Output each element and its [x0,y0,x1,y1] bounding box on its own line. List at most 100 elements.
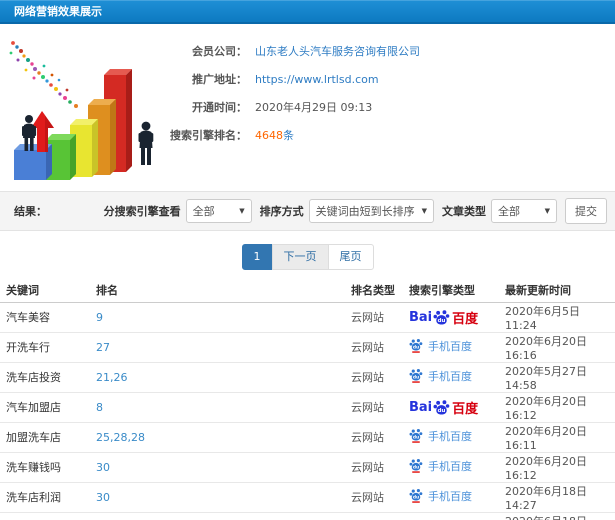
last-page-button[interactable]: 尾页 [327,244,374,270]
chevron-down-icon: ▼ [239,207,245,215]
baidu-paw-icon: du [409,339,423,353]
table-row: 洗车店加盟 3 云网站 Bai du 百度 du [0,512,615,520]
open-time-row: 开通时间： 2020年4月29日 09:13 [155,93,420,121]
sort-label: 排序方式 [259,205,304,218]
confetti-dots [9,41,78,108]
member-company-label: 会员公司： [192,45,247,58]
page-button-1[interactable]: 1 [241,244,273,270]
rank-cell: 30 [92,452,347,483]
table-row: 开洗车行 27 云网站 Bai du 百度 du [0,332,615,363]
member-info-section: 会员公司： 山东老人头汽车服务咨询有限公司 推广地址： https://www.… [0,24,615,191]
baidu-logo[interactable]: Bai du 百度 [409,308,478,327]
open-time-value: 2020年4月29日 09:13 [255,101,373,114]
rank-link[interactable]: 30 [96,491,110,504]
engine-filter-label: 分搜索引擎查看 [103,205,181,218]
ranking-count-label: 搜索引擎排名： [170,129,247,142]
engine-cell: Bai du 百度 du 手机百度 [405,332,501,363]
rank-cell: 21,26 [92,362,347,393]
mobile-baidu-label: 手机百度 [428,369,472,383]
svg-text:du: du [438,408,446,414]
results-table: 关键词 排名 排名类型 搜索引擎类型 最新更新时间 汽车美容 9 云网站 Bai… [0,279,615,520]
mobile-baidu-logo[interactable]: du 手机百度 [409,428,472,444]
header-rank-type: 排名类型 [347,279,405,303]
chevron-down-icon: ▼ [421,207,427,215]
promo-url-link[interactable]: https://www.lrtlsd.com [255,73,379,86]
rank-link[interactable]: 27 [96,341,110,354]
rank-link[interactable]: 21,26 [96,371,128,384]
engine-filter-select[interactable]: 全部 ▼ [185,199,252,223]
table-row: 洗车店投资 21,26 云网站 Bai du 百度 du [0,362,615,393]
updated-cell: 2020年6月18日 14:27 [501,482,615,513]
keyword-cell: 开洗车行 [0,332,92,363]
filter-bar: 结果： 分搜索引擎查看 全部 ▼ 排序方式 关键词由短到长排序 ▼ 文章类型 全… [0,191,615,231]
svg-text:du: du [413,375,419,381]
pagination: 1 下一页 尾页 [0,231,615,270]
keyword-cell: 洗车店利润 [0,482,92,513]
header-engine-type: 搜索引擎类型 [405,279,501,303]
keyword-cell: 汽车加盟店 [0,392,92,423]
updated-cell: 2020年5月27日 14:58 [501,362,615,393]
article-type-label: 文章类型 [442,205,486,218]
engine-cell: Bai du 百度 du 手机百度 [405,512,501,520]
sort-selected-value: 关键词由短到长排序 [315,205,415,218]
page-title: 网络营销效果展示 [14,5,102,18]
promo-url-label: 推广地址： [192,73,247,86]
sort-select[interactable]: 关键词由短到长排序 ▼ [308,199,434,223]
table-row: 汽车美容 9 云网站 Bai du 百度 du [0,302,615,333]
rank-link[interactable]: 8 [96,401,103,414]
rank-type-cell: 云网站 [347,302,405,333]
member-company-link[interactable]: 山东老人头汽车服务咨询有限公司 [255,43,420,59]
rank-link[interactable]: 30 [96,461,110,474]
rank-cell: 25,28,28 [92,422,347,453]
mobile-baidu-logo[interactable]: du 手机百度 [409,488,472,504]
svg-text:du: du [413,435,419,441]
rank-link[interactable]: 9 [96,311,103,324]
next-page-button[interactable]: 下一页 [271,244,329,270]
businessman-right [138,121,154,165]
engine-cell: Bai du 百度 du 手机百度 [405,302,501,333]
rank-type-cell: 云网站 [347,362,405,393]
engine-cell: Bai du 百度 du 手机百度 [405,452,501,483]
mobile-baidu-label: 手机百度 [428,459,472,473]
promo-url-row: 推广地址： https://www.lrtlsd.com [155,65,420,93]
rank-cell: 9 [92,302,347,333]
mobile-baidu-logo[interactable]: du 手机百度 [409,458,472,474]
svg-text:du: du [413,465,419,471]
keyword-cell: 洗车赚钱吗 [0,452,92,483]
engine-cell: Bai du 百度 du 手机百度 [405,362,501,393]
rank-link[interactable]: 25,28,28 [96,431,145,444]
baidu-logo[interactable]: Bai du 百度 [409,398,478,417]
mobile-baidu-label: 手机百度 [428,339,472,353]
baidu-paw-icon: du [409,369,423,383]
table-row: 加盟洗车店 25,28,28 云网站 Bai du 百度 du [0,422,615,453]
mobile-baidu-logo[interactable]: du 手机百度 [409,338,472,354]
mobile-baidu-logo[interactable]: du 手机百度 [409,368,472,384]
open-time-label: 开通时间： [192,101,247,114]
mobile-baidu-label: 手机百度 [428,489,472,503]
rank-type-cell: 云网站 [347,452,405,483]
engine-filter-selected-value: 全部 [192,205,215,218]
header-keyword: 关键词 [0,279,92,303]
keyword-cell: 洗车店投资 [0,362,92,393]
svg-text:du: du [413,495,419,501]
engine-cell: Bai du 百度 du 手机百度 [405,392,501,423]
rank-cell: 27 [92,332,347,363]
keyword-cell: 洗车店加盟 [0,512,92,520]
updated-cell: 2020年6月5日 11:24 [501,302,615,333]
submit-button[interactable]: 提交 [565,198,607,224]
rank-type-cell: 云网站 [347,392,405,423]
header-updated: 最新更新时间 [501,279,615,303]
ranking-count-value[interactable]: 4648条 [255,127,294,143]
article-type-select[interactable]: 全部 ▼ [491,199,557,223]
keyword-cell: 汽车美容 [0,302,92,333]
baidu-paw-icon: du [409,489,423,503]
results-table-body: 汽车美容 9 云网站 Bai du 百度 du [0,302,615,520]
rank-cell: 3 [92,512,347,520]
svg-text:du: du [413,345,419,351]
chevron-down-icon: ▼ [544,207,550,215]
ranking-count-row: 搜索引擎排名： 4648条 [155,121,420,149]
updated-cell: 2020年6月18日 14:30 [501,512,615,520]
table-row: 汽车加盟店 8 云网站 Bai du 百度 du [0,392,615,423]
updated-cell: 2020年6月20日 16:11 [501,422,615,453]
rank-type-cell: 云网站 [347,422,405,453]
